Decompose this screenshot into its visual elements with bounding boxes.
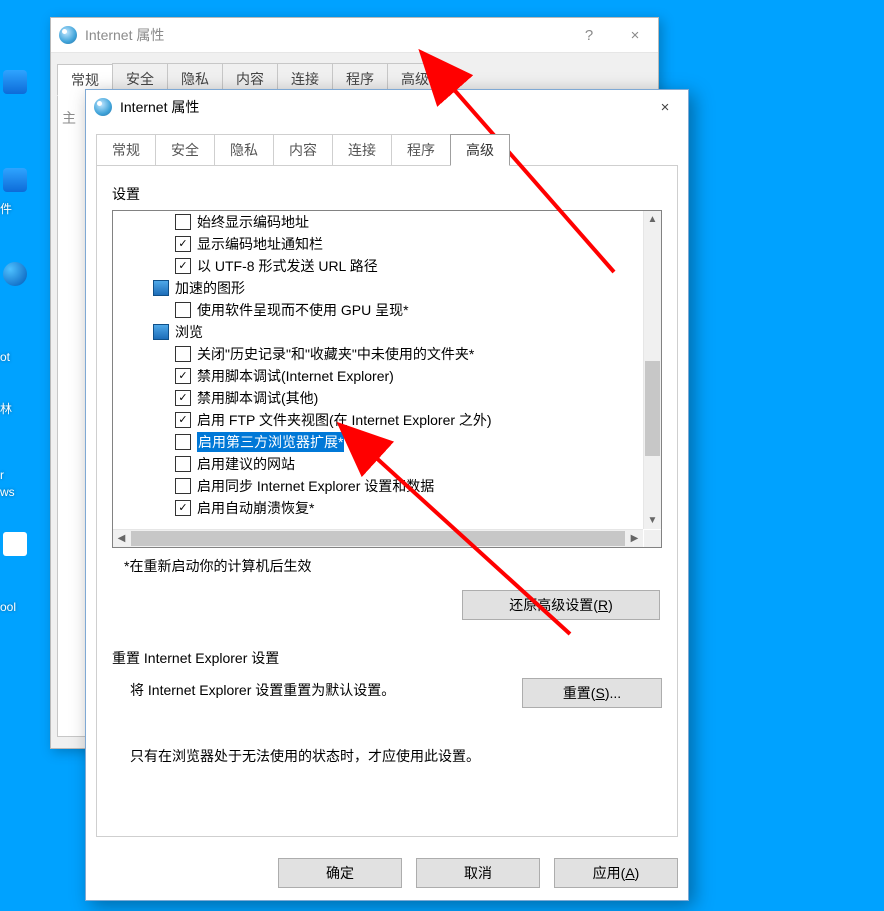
restore-advanced-button[interactable]: 还原高级设置(R): [462, 590, 660, 620]
checkbox[interactable]: [175, 302, 191, 318]
tree-label: 加速的图形: [175, 278, 245, 298]
desktop-label: ool: [0, 600, 16, 614]
checkbox[interactable]: [175, 434, 191, 450]
dialog-button-bar: 确定 取消 应用(A): [96, 858, 678, 888]
tree-label: 启用第三方浏览器扩展*: [197, 432, 344, 452]
tree-label: 启用同步 Internet Explorer 设置和数据: [197, 476, 434, 496]
tab-内容[interactable]: 内容: [273, 134, 333, 165]
scroll-left-icon[interactable]: ◀: [113, 530, 130, 547]
checkbox[interactable]: [175, 456, 191, 472]
tab-程序[interactable]: 程序: [391, 134, 451, 165]
checkbox[interactable]: [175, 346, 191, 362]
desktop-label: ws: [0, 485, 15, 499]
reset-note: 只有在浏览器处于无法使用的状态时，才应使用此设置。: [130, 746, 662, 766]
checkbox[interactable]: [175, 478, 191, 494]
desktop-label: 林: [0, 400, 12, 417]
checkbox[interactable]: [175, 412, 191, 428]
desktop-icon: [3, 70, 27, 94]
desktop-label: 件: [0, 200, 12, 217]
checkbox[interactable]: [175, 390, 191, 406]
desktop-label: r: [0, 468, 4, 482]
internet-options-icon: [59, 26, 77, 44]
window-title: Internet 属性: [120, 97, 199, 117]
tab-strip: 常规安全隐私内容连接程序高级: [96, 134, 678, 165]
tree-category[interactable]: 浏览: [113, 321, 643, 343]
tree-label: 始终显示编码地址: [197, 212, 309, 232]
tab-连接[interactable]: 连接: [332, 134, 392, 165]
close-button[interactable]: ×: [642, 90, 688, 124]
close-button[interactable]: ×: [612, 18, 658, 52]
tab-安全[interactable]: 安全: [155, 134, 215, 165]
tree-item[interactable]: 始终显示编码地址: [113, 211, 643, 233]
tree-label: 禁用脚本调试(Internet Explorer): [197, 366, 394, 386]
desktop-icon: [3, 168, 27, 192]
tree-item[interactable]: 以 UTF-8 形式发送 URL 路径: [113, 255, 643, 277]
tree-label: 禁用脚本调试(其他): [197, 388, 318, 408]
scroll-thumb[interactable]: [645, 361, 660, 456]
checkbox[interactable]: [175, 214, 191, 230]
settings-tree[interactable]: 始终显示编码地址显示编码地址通知栏以 UTF-8 形式发送 URL 路径加速的图…: [112, 210, 662, 548]
tab-高级[interactable]: 高级: [450, 134, 510, 166]
tree-item[interactable]: 启用建议的网站: [113, 453, 643, 475]
scroll-up-icon[interactable]: ▲: [644, 211, 661, 228]
reset-button[interactable]: 重置(S)...: [522, 678, 662, 708]
internet-properties-dialog: Internet 属性 × 常规安全隐私内容连接程序高级 设置 始终显示编码地址…: [85, 89, 689, 901]
tree-item[interactable]: 使用软件呈现而不使用 GPU 呈现*: [113, 299, 643, 321]
titlebar[interactable]: Internet 属性 ×: [86, 90, 688, 124]
desktop-icon: [3, 262, 27, 286]
desktop-icon: [3, 532, 27, 556]
tree-item[interactable]: 禁用脚本调试(Internet Explorer): [113, 365, 643, 387]
reset-section-title: 重置 Internet Explorer 设置: [112, 648, 662, 668]
tree-label: 使用软件呈现而不使用 GPU 呈现*: [197, 300, 409, 320]
checkbox[interactable]: [175, 500, 191, 516]
settings-label: 设置: [112, 184, 662, 204]
tree-item[interactable]: 启用第三方浏览器扩展*: [113, 431, 643, 453]
ok-button[interactable]: 确定: [278, 858, 402, 888]
apply-button[interactable]: 应用(A): [554, 858, 678, 888]
tab-常规[interactable]: 常规: [96, 134, 156, 165]
help-button[interactable]: ?: [566, 18, 612, 52]
tree-label: 启用自动崩溃恢复*: [197, 498, 314, 518]
tree-item[interactable]: 显示编码地址通知栏: [113, 233, 643, 255]
scroll-down-icon[interactable]: ▼: [644, 512, 661, 529]
tree-label: 关闭"历史记录"和"收藏夹"中未使用的文件夹*: [197, 344, 474, 364]
tree-label: 启用建议的网站: [197, 454, 295, 474]
vertical-scrollbar[interactable]: ▲ ▼: [643, 211, 661, 529]
desktop-label: ot: [0, 350, 10, 364]
tree-item[interactable]: 禁用脚本调试(其他): [113, 387, 643, 409]
tree-item[interactable]: 启用同步 Internet Explorer 设置和数据: [113, 475, 643, 497]
cancel-button[interactable]: 取消: [416, 858, 540, 888]
scroll-right-icon[interactable]: ▶: [626, 530, 643, 547]
tab-隐私[interactable]: 隐私: [214, 134, 274, 165]
restart-note: *在重新启动你的计算机后生效: [124, 556, 662, 576]
checkbox[interactable]: [175, 258, 191, 274]
horizontal-scrollbar[interactable]: ◀ ▶: [113, 529, 643, 547]
checkbox[interactable]: [175, 368, 191, 384]
scroll-thumb[interactable]: [131, 531, 625, 546]
category-icon: [153, 324, 169, 340]
tree-label: 以 UTF-8 形式发送 URL 路径: [197, 256, 378, 276]
tree-item[interactable]: 关闭"历史记录"和"收藏夹"中未使用的文件夹*: [113, 343, 643, 365]
tree-label: 启用 FTP 文件夹视图(在 Internet Explorer 之外): [197, 410, 492, 430]
tree-item[interactable]: 启用自动崩溃恢复*: [113, 497, 643, 519]
internet-options-icon: [94, 98, 112, 116]
tree-label: 显示编码地址通知栏: [197, 234, 323, 254]
window-title: Internet 属性: [85, 25, 164, 45]
tree-label: 浏览: [175, 322, 203, 342]
category-icon: [153, 280, 169, 296]
titlebar: Internet 属性 ? ×: [51, 18, 658, 53]
advanced-panel: 设置 始终显示编码地址显示编码地址通知栏以 UTF-8 形式发送 URL 路径加…: [96, 165, 678, 837]
checkbox[interactable]: [175, 236, 191, 252]
scroll-corner: [644, 530, 661, 547]
tree-category[interactable]: 加速的图形: [113, 277, 643, 299]
tree-item[interactable]: 启用 FTP 文件夹视图(在 Internet Explorer 之外): [113, 409, 643, 431]
